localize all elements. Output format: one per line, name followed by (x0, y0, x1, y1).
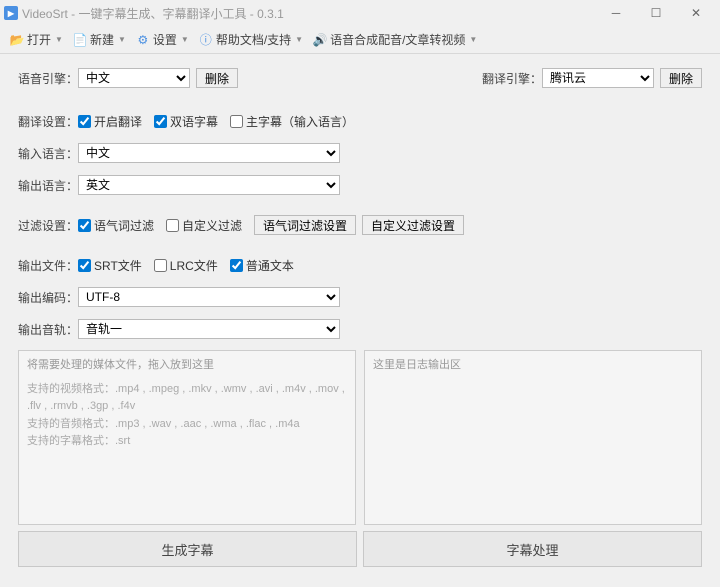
toolbar-open-label: 打开 (27, 31, 51, 48)
caret-down-icon: ▼ (181, 35, 189, 44)
maximize-button[interactable]: ☐ (636, 0, 676, 26)
speech-engine-delete-button[interactable]: 删除 (196, 68, 238, 88)
speech-engine-select[interactable]: 中文 (78, 68, 190, 88)
content: 语音引擎： 中文 删除 翻译引擎： 腾讯云 删除 翻译设置： 开启翻译 双语字幕… (0, 54, 720, 567)
output-lang-row: 输出语言： 英文 (18, 174, 702, 196)
output-track-label: 输出音轨： (18, 321, 78, 338)
output-encoding-select[interactable]: UTF-8 (78, 287, 340, 307)
engine-row: 语音引擎： 中文 删除 翻译引擎： 腾讯云 删除 (18, 68, 702, 88)
output-lang-label: 输出语言： (18, 177, 78, 194)
toolbar-tts-label: 语音合成配音/文章转视频 (330, 31, 465, 48)
custom-filter-settings-button[interactable]: 自定义过滤设置 (362, 215, 464, 235)
input-lang-label: 输入语言： (18, 145, 78, 162)
translate-settings-row: 翻译设置： 开启翻译 双语字幕 主字幕（输入语言） (18, 110, 702, 132)
toolbar-new-label: 新建 (90, 31, 114, 48)
caret-down-icon: ▼ (469, 35, 477, 44)
output-track-select[interactable]: 音轨一 (78, 319, 340, 339)
toolbar-new[interactable]: 📄 新建 ▼ (69, 29, 130, 50)
translate-engine-group: 翻译引擎： 腾讯云 删除 (482, 68, 702, 88)
speech-engine-group: 语音引擎： 中文 删除 (18, 68, 238, 88)
output-file-row: 输出文件： SRT文件 LRC文件 普通文本 (18, 254, 702, 276)
filter-row: 过滤设置： 语气词过滤 自定义过滤 语气词过滤设置 自定义过滤设置 (18, 214, 702, 236)
file-new-icon: 📄 (73, 33, 87, 47)
speech-engine-label: 语音引擎： (18, 70, 78, 87)
minimize-button[interactable]: ─ (596, 0, 636, 26)
toolbar-settings[interactable]: ⚙ 设置 ▼ (132, 29, 193, 50)
enable-translate-checkbox[interactable]: 开启翻译 (78, 113, 142, 130)
folder-open-icon: 📂 (10, 33, 24, 47)
modal-filter-checkbox[interactable]: 语气词过滤 (78, 217, 154, 234)
toolbar-open[interactable]: 📂 打开 ▼ (6, 29, 67, 50)
toolbar-help-label: 帮助文档/支持 (216, 31, 291, 48)
sub-formats-text: 支持的字幕格式：.srt (27, 433, 347, 451)
panels: 将需要处理的媒体文件，拖入放到这里 支持的视频格式：.mp4 , .mpeg ,… (18, 350, 702, 525)
process-subtitle-button[interactable]: 字幕处理 (363, 531, 702, 567)
caret-down-icon: ▼ (55, 35, 63, 44)
titlebar-left: ▶ VideoSrt - 一键字幕生成、字幕翻译小工具 - 0.3.1 (4, 5, 284, 22)
caret-down-icon: ▼ (118, 35, 126, 44)
output-track-row: 输出音轨： 音轨一 (18, 318, 702, 340)
translate-settings-label: 翻译设置： (18, 113, 78, 130)
toolbar-settings-label: 设置 (153, 31, 177, 48)
output-encoding-row: 输出编码： UTF-8 (18, 286, 702, 308)
modal-filter-settings-button[interactable]: 语气词过滤设置 (254, 215, 356, 235)
gear-icon: ⚙ (136, 33, 150, 47)
custom-filter-checkbox[interactable]: 自定义过滤 (166, 217, 242, 234)
video-formats-text: 支持的视频格式：.mp4 , .mpeg , .mkv , .wmv , .av… (27, 381, 347, 416)
toolbar-help[interactable]: ⓘ 帮助文档/支持 ▼ (195, 29, 307, 50)
audio-formats-text: 支持的音频格式：.mp3 , .wav , .aac , .wma , .fla… (27, 416, 347, 434)
bottom-buttons: 生成字幕 字幕处理 (18, 531, 702, 567)
translate-engine-delete-button[interactable]: 删除 (660, 68, 702, 88)
generate-subtitle-button[interactable]: 生成字幕 (18, 531, 357, 567)
input-lang-select[interactable]: 中文 (78, 143, 340, 163)
bilingual-checkbox[interactable]: 双语字幕 (154, 113, 218, 130)
toolbar: 📂 打开 ▼ 📄 新建 ▼ ⚙ 设置 ▼ ⓘ 帮助文档/支持 ▼ 🔊 语音合成配… (0, 26, 720, 54)
toolbar-tts[interactable]: 🔊 语音合成配音/文章转视频 ▼ (309, 29, 481, 50)
close-button[interactable]: ✕ (676, 0, 716, 26)
main-subtitle-checkbox[interactable]: 主字幕（输入语言） (230, 113, 354, 130)
sound-icon: 🔊 (313, 33, 327, 47)
drop-panel-title: 将需要处理的媒体文件，拖入放到这里 (27, 357, 347, 375)
output-encoding-label: 输出编码： (18, 289, 78, 306)
help-icon: ⓘ (199, 33, 213, 47)
log-panel-title: 这里是日志输出区 (373, 357, 693, 375)
txt-checkbox[interactable]: 普通文本 (230, 257, 294, 274)
output-lang-select[interactable]: 英文 (78, 175, 340, 195)
translate-engine-label: 翻译引擎： (482, 70, 542, 87)
drop-panel[interactable]: 将需要处理的媒体文件，拖入放到这里 支持的视频格式：.mp4 , .mpeg ,… (18, 350, 356, 525)
output-file-label: 输出文件： (18, 257, 78, 274)
input-lang-row: 输入语言： 中文 (18, 142, 702, 164)
window-title: VideoSrt - 一键字幕生成、字幕翻译小工具 - 0.3.1 (22, 5, 284, 22)
filter-label: 过滤设置： (18, 217, 78, 234)
titlebar: ▶ VideoSrt - 一键字幕生成、字幕翻译小工具 - 0.3.1 ─ ☐ … (0, 0, 720, 26)
log-panel: 这里是日志输出区 (364, 350, 702, 525)
srt-checkbox[interactable]: SRT文件 (78, 257, 142, 274)
window-controls: ─ ☐ ✕ (596, 0, 716, 26)
app-icon: ▶ (4, 6, 18, 20)
lrc-checkbox[interactable]: LRC文件 (154, 257, 218, 274)
caret-down-icon: ▼ (295, 35, 303, 44)
translate-engine-select[interactable]: 腾讯云 (542, 68, 654, 88)
